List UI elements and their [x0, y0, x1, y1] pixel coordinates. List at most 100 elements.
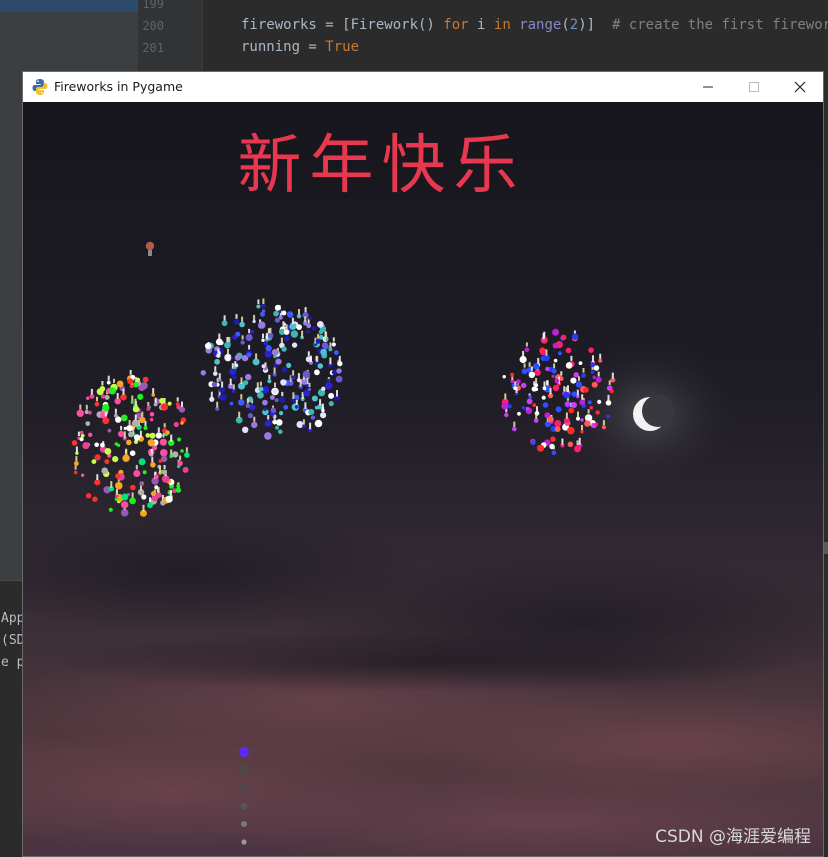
spark-trail: [79, 404, 82, 410]
spark-particle: [130, 484, 136, 491]
spark-particle: [321, 342, 329, 349]
spark-trail: [152, 388, 155, 394]
spark-particle: [120, 508, 129, 517]
spark-trail: [228, 337, 231, 343]
spark-particle: [567, 426, 575, 435]
spark-particle: [165, 430, 170, 435]
spark-particle: [554, 426, 561, 432]
code-line[interactable]: running = True: [241, 39, 359, 55]
spark-trail: [304, 316, 307, 322]
spark-particle: [151, 393, 155, 397]
spark-particle: [142, 376, 149, 383]
spark-trail: [578, 437, 581, 445]
spark-trail: [234, 361, 237, 367]
spark-particle: [528, 395, 532, 399]
spark-trail: [179, 455, 182, 461]
spark-particle: [121, 493, 129, 501]
spark-trail: [210, 391, 213, 398]
spark-particle: [178, 406, 186, 413]
spark-particle: [231, 389, 236, 393]
close-button[interactable]: [777, 72, 823, 102]
spark-particle: [115, 481, 123, 490]
code-line[interactable]: fireworks = [Firework() for i in range(2…: [241, 17, 828, 33]
spark-particle: [155, 492, 162, 499]
spark-particle: [528, 371, 536, 378]
spark-trail: [268, 374, 271, 380]
spark-particle: [80, 473, 85, 477]
spark-trail: [163, 423, 166, 428]
spark-particle: [601, 425, 606, 430]
spark-particle: [590, 370, 595, 375]
spark-particle: [92, 496, 98, 502]
maximize-button[interactable]: [731, 72, 777, 102]
spark-particle: [275, 358, 282, 365]
spark-particle: [102, 417, 110, 425]
pygame-window[interactable]: Fireworks in Pygame 新年快乐 CSDN @海涯爱编程: [23, 72, 823, 856]
spark-particle: [115, 473, 121, 479]
spark-particle: [252, 358, 260, 366]
spark-particle: [533, 363, 540, 370]
spark-trail: [587, 409, 590, 414]
spark-particle: [333, 350, 339, 355]
trail-dot: [238, 746, 250, 758]
spark-particle: [176, 483, 181, 488]
window-titlebar[interactable]: Fireworks in Pygame: [23, 72, 823, 102]
ide-selected-tab[interactable]: [0, 0, 138, 12]
spark-particle: [147, 405, 151, 410]
spark-trail: [324, 337, 326, 342]
spark-particle: [571, 333, 579, 340]
trail-dot: [241, 839, 247, 845]
spark-trail: [570, 355, 573, 361]
spark-particle: [308, 409, 315, 415]
spark-particle: [263, 407, 267, 411]
spark-particle: [583, 387, 589, 393]
spark-particle: [260, 311, 265, 317]
spark-trail: [235, 314, 238, 319]
spark-trail: [238, 411, 241, 418]
spark-trail: [322, 407, 325, 412]
spark-trail: [170, 434, 173, 442]
spark-trail: [536, 406, 538, 412]
spark-trail: [123, 431, 126, 439]
spark-trail: [281, 391, 284, 397]
spark-particle: [308, 316, 312, 321]
spark-particle: [91, 459, 97, 464]
spark-particle: [256, 304, 261, 309]
spark-trail: [576, 389, 579, 396]
spark-trail: [329, 342, 332, 348]
spark-particle: [262, 309, 266, 313]
spark-trail: [273, 367, 276, 374]
spark-trail: [135, 401, 137, 406]
spark-particle: [101, 467, 108, 475]
spark-particle: [132, 406, 140, 413]
spark-trail: [231, 363, 234, 369]
minimize-button[interactable]: [685, 72, 731, 102]
spark-particle: [261, 338, 265, 342]
spark-particle: [85, 493, 92, 499]
spark-particle: [267, 332, 274, 339]
spark-trail: [214, 366, 217, 372]
spark-trail: [223, 315, 226, 321]
spark-particle: [184, 452, 190, 458]
spark-trail: [125, 448, 128, 454]
code-number: 2: [569, 17, 579, 33]
spark-particle: [336, 368, 342, 374]
spark-particle: [314, 419, 323, 428]
spark-trail: [336, 390, 338, 397]
spark-trail: [85, 404, 88, 410]
spark-particle: [114, 413, 118, 418]
fireworks-scene: [23, 102, 823, 856]
spark-particle: [594, 422, 598, 427]
spark-trail: [257, 299, 260, 304]
spark-trail: [149, 497, 151, 503]
spark-particle: [131, 419, 140, 428]
spark-particle: [162, 470, 168, 475]
spark-particle: [281, 346, 287, 352]
spark-particle: [597, 399, 602, 404]
spark-particle: [570, 377, 577, 384]
spark-particle: [116, 380, 124, 388]
spark-particle: [533, 418, 539, 423]
line-number: 199: [142, 0, 164, 11]
game-canvas[interactable]: 新年快乐 CSDN @海涯爱编程: [23, 102, 823, 856]
